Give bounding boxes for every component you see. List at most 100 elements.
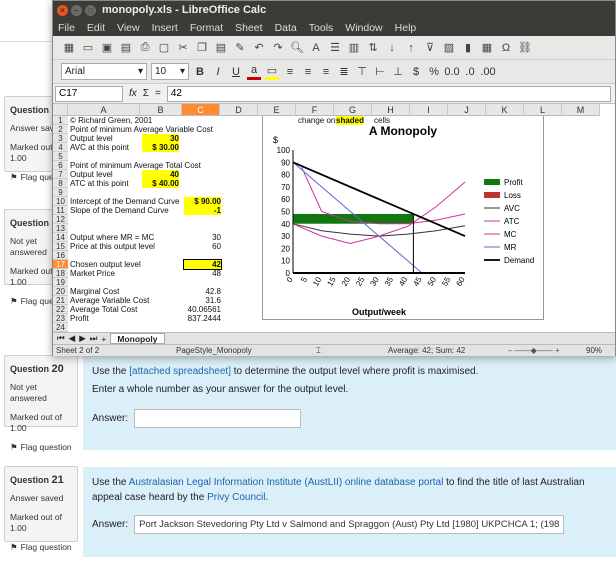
cell-r18a[interactable]: Market Price bbox=[70, 269, 181, 278]
highlight-icon[interactable]: ▭ bbox=[265, 64, 279, 80]
formula-input[interactable] bbox=[166, 85, 611, 102]
row-header-4[interactable]: 4 bbox=[53, 143, 68, 152]
column-header-J[interactable]: J bbox=[448, 104, 486, 116]
table-icon[interactable]: ▦ bbox=[61, 40, 77, 56]
spelling-icon[interactable]: A bbox=[308, 40, 324, 56]
cell-r21c[interactable]: 31.6 bbox=[184, 296, 221, 305]
preview-icon[interactable]: ▢ bbox=[156, 40, 172, 56]
cell-r20c[interactable]: 42.8 bbox=[184, 287, 221, 296]
delete-decimal-icon[interactable]: .00 bbox=[480, 64, 495, 80]
underline-icon[interactable]: U bbox=[229, 64, 243, 80]
menu-sheet[interactable]: Sheet bbox=[235, 22, 262, 34]
prev-sheet-icon[interactable]: ◀ bbox=[69, 333, 76, 344]
pivot-icon[interactable]: ▦ bbox=[479, 40, 495, 56]
cell-r7a[interactable]: Output level bbox=[70, 170, 139, 179]
select-all-corner[interactable] bbox=[53, 104, 68, 116]
flag-question-20[interactable]: ⚑ Flag question bbox=[10, 442, 72, 453]
cell-r6a[interactable]: Point of minimum Average Total Cost bbox=[70, 161, 257, 170]
font-color-icon[interactable]: a bbox=[247, 64, 261, 80]
row-header-3[interactable]: 3 bbox=[53, 134, 68, 143]
row-header-11[interactable]: 11 bbox=[53, 206, 68, 215]
menu-format[interactable]: Format bbox=[190, 22, 223, 34]
cell-r1note3[interactable]: cells bbox=[374, 116, 401, 125]
privy-council-link[interactable]: Privy Council bbox=[207, 492, 265, 503]
cell-r21a[interactable]: Average Variable Cost bbox=[70, 296, 181, 305]
add-decimal-icon[interactable]: .0 bbox=[463, 64, 477, 80]
row-icon[interactable]: ☰ bbox=[327, 40, 343, 56]
cell-r18c[interactable]: 48 bbox=[184, 269, 221, 278]
clone-icon[interactable]: ✎ bbox=[232, 40, 248, 56]
cell-r10a[interactable]: Intercept of the Demand Curve bbox=[70, 197, 181, 206]
cell-r14a[interactable]: Output where MR = MC bbox=[70, 233, 181, 242]
filter-icon[interactable]: ⊽ bbox=[422, 40, 438, 56]
row-header-21[interactable]: 21 bbox=[53, 296, 68, 305]
zoom-slider[interactable]: – ——◆—— + bbox=[508, 346, 586, 355]
sort-desc-icon[interactable]: ↑ bbox=[403, 40, 419, 56]
cut-icon[interactable]: ✂ bbox=[175, 40, 191, 56]
paste-icon[interactable]: ▤ bbox=[213, 40, 229, 56]
align-center-icon[interactable]: ≡ bbox=[301, 64, 315, 80]
cell-r4b[interactable]: $ 30.00 bbox=[142, 143, 179, 152]
cell-r14c[interactable]: 30 bbox=[184, 233, 221, 242]
find-icon[interactable]: 🔍︎ bbox=[289, 40, 305, 56]
column-header-K[interactable]: K bbox=[486, 104, 524, 116]
column-header-E[interactable]: E bbox=[258, 104, 296, 116]
menu-window[interactable]: Window bbox=[345, 22, 382, 34]
close-window-button[interactable]: × bbox=[57, 4, 68, 16]
cell-r10c[interactable]: $ 90.00 bbox=[184, 197, 221, 206]
cell-r4a[interactable]: AVC at this point bbox=[70, 143, 139, 152]
cell-r7b[interactable]: 40 bbox=[142, 170, 179, 179]
cell-r17a[interactable]: Chosen output level bbox=[70, 260, 181, 269]
copy-icon[interactable]: ❐ bbox=[194, 40, 210, 56]
cell-r8b[interactable]: $ 40.00 bbox=[142, 179, 179, 188]
justify-icon[interactable]: ≣ bbox=[337, 64, 351, 80]
selection-mode-icon[interactable]: ⌶ bbox=[316, 346, 388, 356]
row-header-14[interactable]: 14 bbox=[53, 233, 68, 242]
row-header-6[interactable]: 6 bbox=[53, 161, 68, 170]
cell-r23a[interactable]: Profit bbox=[70, 314, 181, 323]
spreadsheet-grid[interactable]: A Monopoly $ Output/week 0 10 20 30 40 50 60 70 80 9… bbox=[53, 104, 615, 332]
cell-r3b[interactable]: 30 bbox=[142, 134, 179, 143]
cell-r11c[interactable]: -1 bbox=[184, 206, 221, 215]
chart-icon[interactable]: ▮ bbox=[460, 40, 476, 56]
save-icon[interactable]: ▣ bbox=[99, 40, 115, 56]
cell-r22a[interactable]: Average Total Cost bbox=[70, 305, 181, 314]
monopoly-chart[interactable]: A Monopoly $ Output/week 0 10 20 30 40 50 60 70 80 9… bbox=[262, 113, 544, 320]
new-icon[interactable]: ▭ bbox=[80, 40, 96, 56]
column-header-F[interactable]: F bbox=[296, 104, 334, 116]
flag-question-21[interactable]: ⚑ Flag question bbox=[10, 542, 72, 553]
row-header-20[interactable]: 20 bbox=[53, 287, 68, 296]
sort-icon[interactable]: ⇅ bbox=[365, 40, 381, 56]
align-left-icon[interactable]: ≡ bbox=[283, 64, 297, 80]
sort-asc-icon[interactable]: ↓ bbox=[384, 40, 400, 56]
attached-spreadsheet-link[interactable]: [attached spreadsheet] bbox=[129, 366, 231, 377]
row-header-23[interactable]: 23 bbox=[53, 314, 68, 323]
cell-r20a[interactable]: Marginal Cost bbox=[70, 287, 181, 296]
column-header-C[interactable]: C bbox=[182, 104, 220, 116]
row-header-19[interactable]: 19 bbox=[53, 278, 68, 287]
font-name-select[interactable]: Arial ▾ bbox=[61, 63, 147, 80]
number-format-icon[interactable]: 0.0 bbox=[444, 64, 459, 80]
cell-r11a[interactable]: Slope of the Demand Curve bbox=[70, 206, 181, 215]
link-icon[interactable]: ⛓ bbox=[517, 40, 533, 56]
row-header-15[interactable]: 15 bbox=[53, 242, 68, 251]
italic-icon[interactable]: I bbox=[211, 64, 225, 80]
row-header-18[interactable]: 18 bbox=[53, 269, 68, 278]
column-header-I[interactable]: I bbox=[410, 104, 448, 116]
row-header-1[interactable]: 1 bbox=[53, 116, 68, 125]
cell-r15c[interactable]: 60 bbox=[184, 242, 221, 251]
align-bottom-icon[interactable]: ⊥ bbox=[391, 64, 405, 80]
cell-r15a[interactable]: Price at this output level bbox=[70, 242, 181, 251]
row-header-22[interactable]: 22 bbox=[53, 305, 68, 314]
menu-insert[interactable]: Insert bbox=[152, 22, 178, 34]
first-sheet-icon[interactable]: ⏮ bbox=[57, 333, 65, 344]
special-char-icon[interactable]: Ω bbox=[498, 40, 514, 56]
austlii-link[interactable]: Australasian Legal Information Institute… bbox=[129, 477, 444, 488]
row-header-24[interactable]: 24 bbox=[53, 323, 68, 332]
row-header-5[interactable]: 5 bbox=[53, 152, 68, 161]
row-header-12[interactable]: 12 bbox=[53, 215, 68, 224]
redo-icon[interactable]: ↷ bbox=[270, 40, 286, 56]
percent-icon[interactable]: % bbox=[427, 64, 441, 80]
column-header-M[interactable]: M bbox=[562, 104, 600, 116]
align-top-icon[interactable]: ⊤ bbox=[355, 64, 369, 80]
